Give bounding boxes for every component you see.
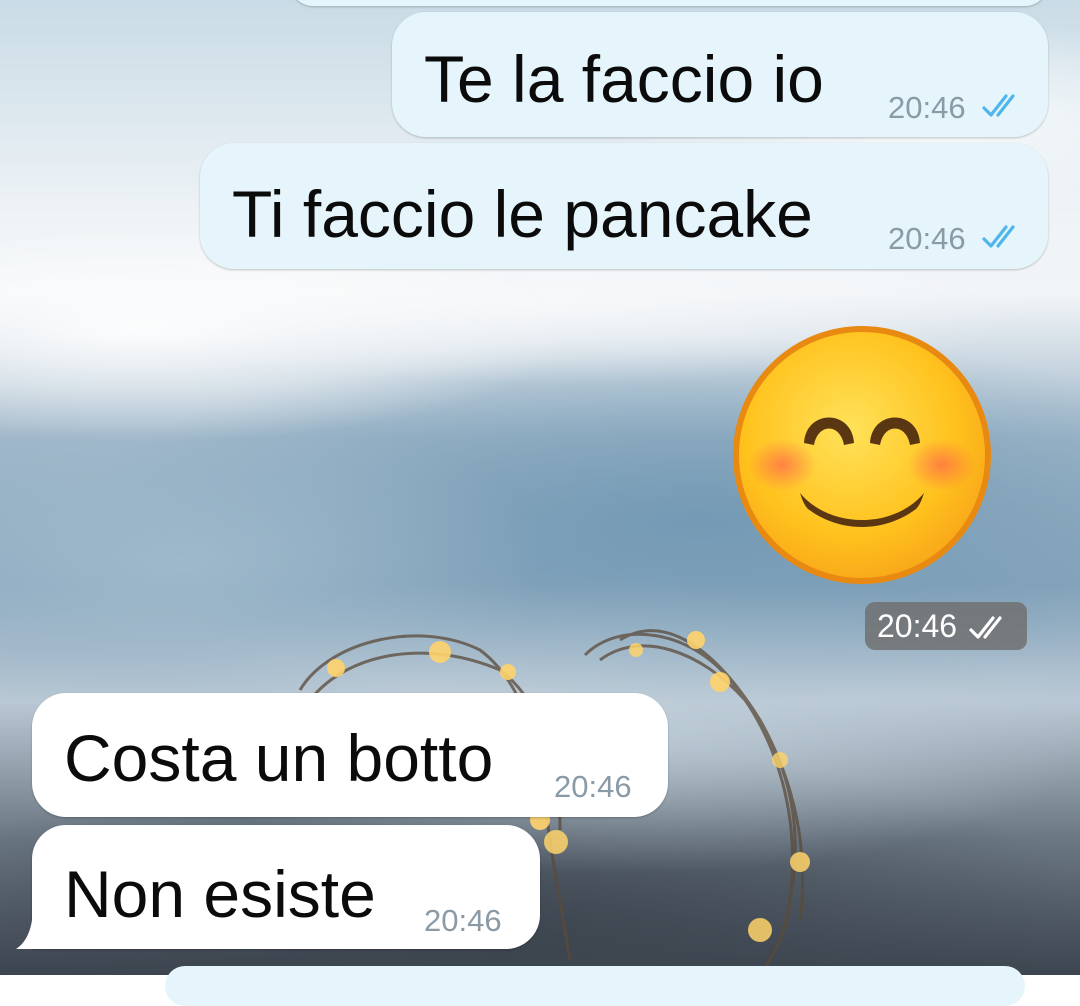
message-text: Ti faccio le pancake	[232, 177, 813, 251]
message-time: 20:46	[888, 221, 966, 256]
outgoing-message-bubble[interactable]: Te la faccio io 20:46	[392, 12, 1048, 137]
bubble-tail	[16, 920, 32, 949]
double-check-icon	[982, 225, 1015, 248]
emoji-timestamp-pill: 20:46	[865, 602, 1027, 650]
message-time: 20:46	[554, 769, 632, 804]
incoming-message-bubble[interactable]: Costa un botto 20:46	[32, 693, 668, 817]
message-text: Costa un botto	[64, 721, 494, 795]
next-message-bubble[interactable]	[165, 966, 1025, 1006]
double-check-icon	[982, 94, 1015, 117]
message-text: Te la faccio io	[424, 42, 824, 116]
message-time: 20:46	[888, 90, 966, 125]
outgoing-message-bubble[interactable]: Ti faccio le pancake 20:46	[200, 143, 1048, 269]
message-time: 20:46	[424, 903, 502, 938]
smiling-face-emoji-icon[interactable]	[730, 323, 994, 587]
previous-message-bubble[interactable]	[290, 0, 1048, 6]
message-time: 20:46	[877, 608, 958, 644]
message-text: Non esiste	[64, 857, 376, 931]
double-check-icon	[969, 616, 1002, 639]
incoming-message-bubble[interactable]: Non esiste 20:46	[32, 825, 540, 949]
